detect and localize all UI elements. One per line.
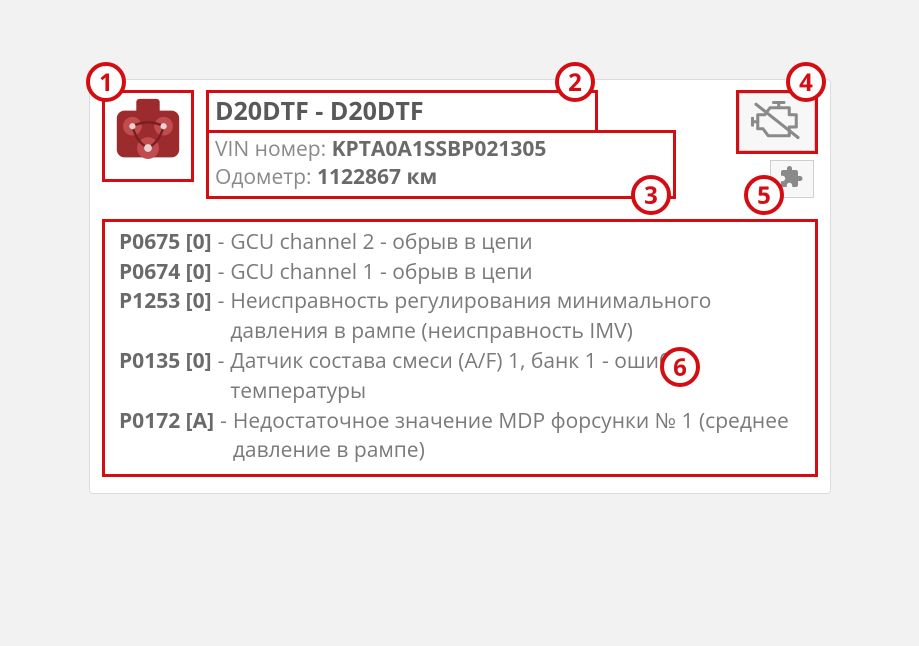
callout-marker-2: 2 [555, 62, 595, 102]
callout-marker-1: 1 [86, 62, 126, 102]
callout-marker-6: 6 [660, 347, 700, 387]
dtc-code: P0674 [0] [119, 258, 212, 288]
dtc-separator: - [212, 258, 231, 288]
dtc-code: P0172 [A] [119, 407, 214, 467]
dtc-row: P1253 [0] - Неисправность регулирования … [119, 287, 801, 347]
dtc-row: P0135 [0] - Датчик состава смеси (A/F) 1… [119, 347, 801, 407]
dtc-description: Недостаточное значение MDP форсунки № 1 … [233, 407, 801, 467]
dtc-row: P0172 [A] - Недостаточное значение MDP ф… [119, 407, 801, 467]
dtc-row: P0674 [0] - GCU channel 1 - обрыв в цепи [119, 258, 801, 288]
ecu-info-col: D20DTF - D20DTF VIN номер: KPTA0A1SSBP02… [206, 90, 818, 199]
dtc-code: P0675 [0] [119, 228, 212, 258]
dtc-description: Неисправность регулирования минимального… [230, 287, 801, 347]
dtc-row: P0675 [0] - GCU channel 2 - обрыв в цепи [119, 228, 801, 258]
dtc-separator: - [214, 407, 233, 467]
callout-marker-4: 4 [786, 62, 826, 102]
engine-icon [109, 95, 187, 178]
odo-label: Одометр: [215, 163, 311, 191]
card-header: D20DTF - D20DTF VIN номер: KPTA0A1SSBP02… [102, 90, 818, 199]
ecu-title-box: D20DTF - D20DTF [206, 90, 598, 133]
puzzle-icon [780, 165, 804, 194]
dtc-list-panel: P0675 [0] - GCU channel 2 - обрыв в цепи… [102, 219, 818, 478]
ecu-details-box: VIN номер: KPTA0A1SSBP021305 Одометр: 11… [206, 130, 676, 199]
ecu-title: D20DTF - D20DTF [215, 94, 589, 128]
vin-value: KPTA0A1SSBP021305 [332, 135, 547, 163]
callout-marker-5: 5 [744, 175, 784, 215]
dtc-description: Датчик состава смеси (A/F) 1, банк 1 - о… [230, 347, 801, 407]
odo-value: 1122867 км [317, 163, 437, 191]
vin-label: VIN номер: [215, 135, 326, 163]
odometer-line: Одометр: 1122867 км [215, 163, 667, 191]
check-engine-off-icon [749, 98, 805, 147]
dtc-separator: - [212, 287, 231, 347]
dtc-description: GCU channel 2 - обрыв в цепи [230, 228, 801, 258]
dtc-description: GCU channel 1 - обрыв в цепи [230, 258, 801, 288]
dtc-separator: - [212, 228, 231, 258]
ecu-info-card: D20DTF - D20DTF VIN номер: KPTA0A1SSBP02… [89, 79, 831, 494]
dtc-separator: - [212, 347, 231, 407]
dtc-code: P1253 [0] [119, 287, 212, 347]
callout-marker-3: 3 [631, 175, 671, 215]
dtc-code: P0135 [0] [119, 347, 212, 407]
engine-icon-wrap [102, 90, 194, 182]
vin-line: VIN номер: KPTA0A1SSBP021305 [215, 135, 667, 163]
